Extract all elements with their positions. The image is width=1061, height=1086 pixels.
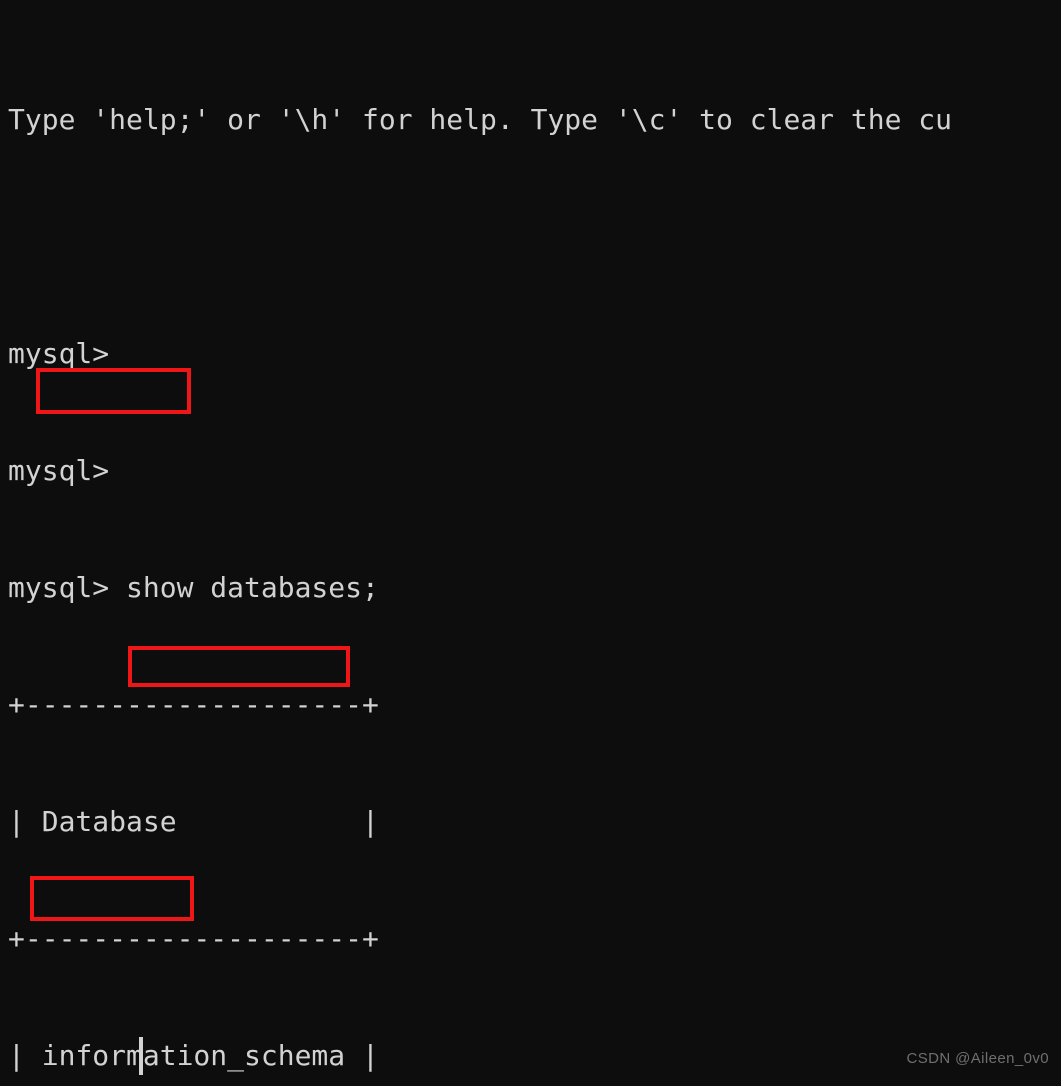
watermark: CSDN @Aileen_0v0 [906, 1050, 1049, 1067]
terminal-line-show-databases: mysql> show databases; [8, 571, 379, 604]
terminal-line: Type 'help;' or '\h' for help. Type '\c'… [8, 103, 953, 136]
terminal-line: mysql> [8, 337, 110, 370]
terminal-window[interactable]: Type 'help;' or '\h' for help. Type '\c'… [0, 0, 1061, 1086]
table-border-top: +--------------------+ [8, 688, 379, 721]
text-cursor [139, 1037, 143, 1075]
table-header-row: | Database | [8, 805, 379, 838]
table-row: | information_schema | [8, 1039, 379, 1072]
table-border-mid: +--------------------+ [8, 922, 379, 955]
terminal-output: Type 'help;' or '\h' for help. Type '\c'… [8, 22, 1061, 1086]
terminal-line: mysql> [8, 454, 110, 487]
